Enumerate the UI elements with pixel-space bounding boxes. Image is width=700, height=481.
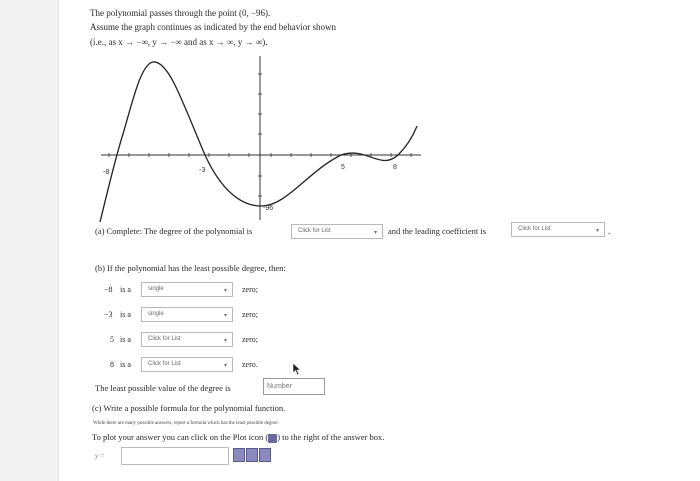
intro-line-3: (i.e., as x → −∞, y → −∞ and as x → ∞, y… — [90, 37, 268, 47]
multiplicity-select-5[interactable]: Click for List ▾ — [141, 332, 233, 347]
part-a-suffix: . — [608, 226, 611, 236]
root-label: −3 — [104, 310, 113, 319]
root-label: −8 — [104, 285, 113, 294]
least-degree-label: The least possible value of the degree i… — [95, 383, 231, 393]
chevron-down-icon: ▾ — [223, 338, 227, 344]
intro-line-1: The polynomial passes through the point … — [90, 8, 271, 18]
multiplicity-value: Click for List — [148, 361, 181, 367]
multiplicity-select-neg8[interactable]: single ▾ — [141, 282, 233, 297]
preview-icon[interactable] — [233, 448, 245, 462]
least-degree-input[interactable] — [263, 378, 325, 395]
x-tick-label-5: 5 — [341, 164, 345, 171]
x-tick-label-8: 8 — [393, 164, 397, 171]
formula-input[interactable] — [121, 447, 229, 465]
plot-icon — [268, 433, 278, 443]
x-tick-label-neg8: -8 — [103, 169, 109, 176]
polynomial-graph: -8 -3 5 8 -96 — [99, 56, 421, 223]
is-a-label: is a — [120, 360, 131, 369]
chevron-down-icon: ▾ — [595, 228, 599, 234]
zero-label: zero; — [242, 335, 258, 344]
plot-instruction-before: To plot your answer you can click on the… — [92, 432, 269, 442]
multiplicity-value: Click for List — [148, 336, 181, 342]
multiplicity-select-8[interactable]: Click for List ▾ — [141, 357, 233, 372]
plot-instruction-after: ) to the right of the answer box. — [277, 432, 385, 442]
plot-instruction: To plot your answer you can click on the… — [92, 432, 384, 443]
is-a-label: is a — [120, 310, 131, 319]
is-a-label: is a — [120, 335, 131, 344]
root-label: 5 — [110, 335, 114, 344]
degree-select-value: Click for List — [298, 228, 331, 234]
formula-toolbar — [233, 448, 271, 467]
multiplicity-value: single — [148, 311, 164, 317]
zero-label: zero. — [242, 360, 258, 369]
multiplicity-select-neg3[interactable]: single ▾ — [141, 307, 233, 322]
help-icon[interactable] — [259, 448, 271, 462]
leading-coefficient-select[interactable]: Click for List ▾ — [511, 222, 605, 237]
part-c-note: While there are many possible answers, r… — [93, 421, 279, 426]
y-intercept-label: -96 — [263, 205, 273, 212]
chevron-down-icon: ▾ — [373, 230, 377, 236]
coefficient-select-value: Click for List — [518, 226, 551, 232]
y-equals-label: y = — [95, 452, 105, 460]
chevron-down-icon: ▾ — [223, 288, 227, 294]
part-a-prefix: (a) Complete: The degree of the polynomi… — [95, 226, 253, 236]
polynomial-curve — [99, 61, 418, 223]
part-a-middle: and the leading coefficient is — [388, 226, 487, 236]
mouse-cursor-icon — [292, 362, 302, 376]
x-tick-label-neg3: -3 — [199, 167, 205, 174]
degree-select[interactable]: Click for List ▾ — [291, 224, 383, 239]
left-margin — [0, 0, 59, 481]
multiplicity-value: single — [148, 286, 164, 292]
zero-label: zero; — [242, 285, 258, 294]
is-a-label: is a — [120, 285, 131, 294]
zero-label: zero; — [242, 310, 258, 319]
intro-line-2: Assume the graph continues as indicated … — [90, 22, 336, 32]
root-label: 8 — [110, 360, 114, 369]
part-b-intro: (b) If the polynomial has the least poss… — [95, 263, 286, 273]
chevron-down-icon: ▾ — [223, 313, 227, 319]
plot-button-icon[interactable] — [246, 448, 258, 462]
chevron-down-icon: ▾ — [223, 363, 227, 369]
part-c-prompt: (c) Write a possible formula for the pol… — [92, 403, 286, 413]
